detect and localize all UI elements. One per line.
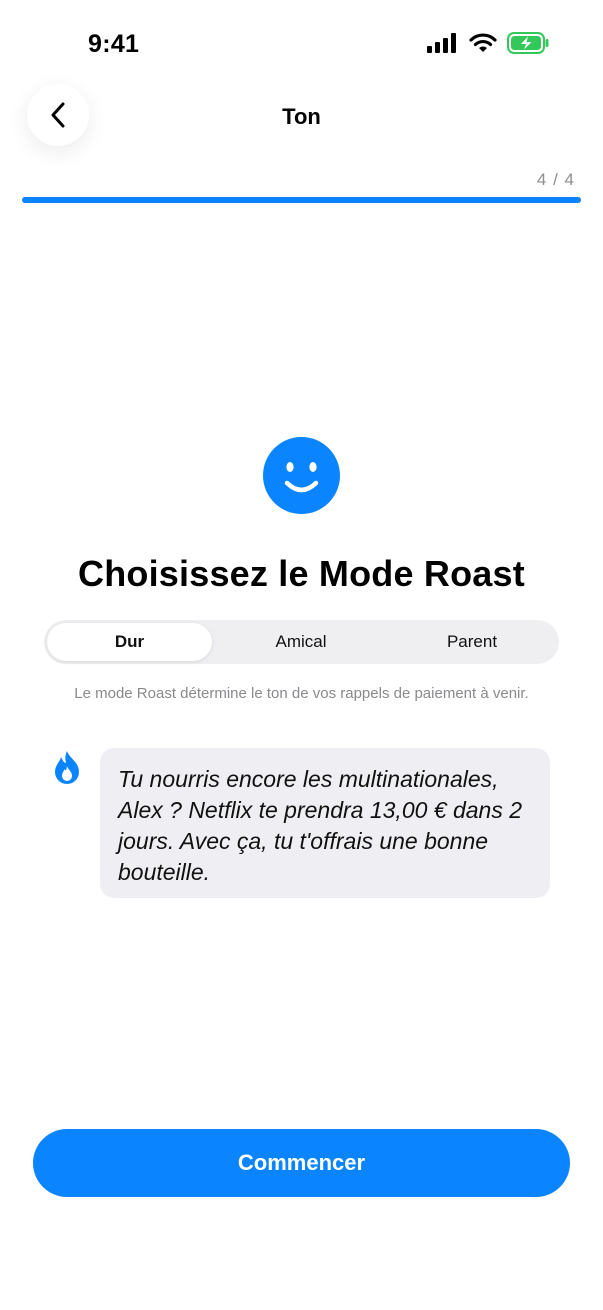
helper-text: Le mode Roast détermine le ton de vos ra…: [74, 685, 529, 702]
tone-segmented-control: Dur Amical Parent: [44, 620, 559, 664]
segment-parent[interactable]: Parent: [387, 623, 557, 661]
flame-icon: [55, 751, 79, 784]
wifi-icon: [469, 33, 497, 52]
nav-bar: Ton: [0, 80, 603, 152]
progress-bar: [22, 197, 581, 203]
segment-amical[interactable]: Amical: [216, 623, 386, 661]
headline: Choisissez le Mode Roast: [78, 553, 525, 594]
progress-bar-fill: [22, 197, 581, 203]
start-button[interactable]: Commencer: [33, 1129, 570, 1197]
cellular-signal-icon: [427, 33, 456, 53]
page-title: Ton: [282, 104, 321, 129]
smiley-icon: [263, 437, 340, 514]
status-icons: [427, 32, 549, 54]
segment-dur[interactable]: Dur: [47, 623, 212, 661]
step-counter: 4 / 4: [536, 170, 575, 189]
status-time: 9:41: [88, 30, 140, 58]
roast-preview-message: Tu nourris encore les multinationales, A…: [100, 748, 550, 898]
status-bar: 9:41: [0, 0, 603, 90]
battery-charging-icon: [507, 32, 549, 54]
